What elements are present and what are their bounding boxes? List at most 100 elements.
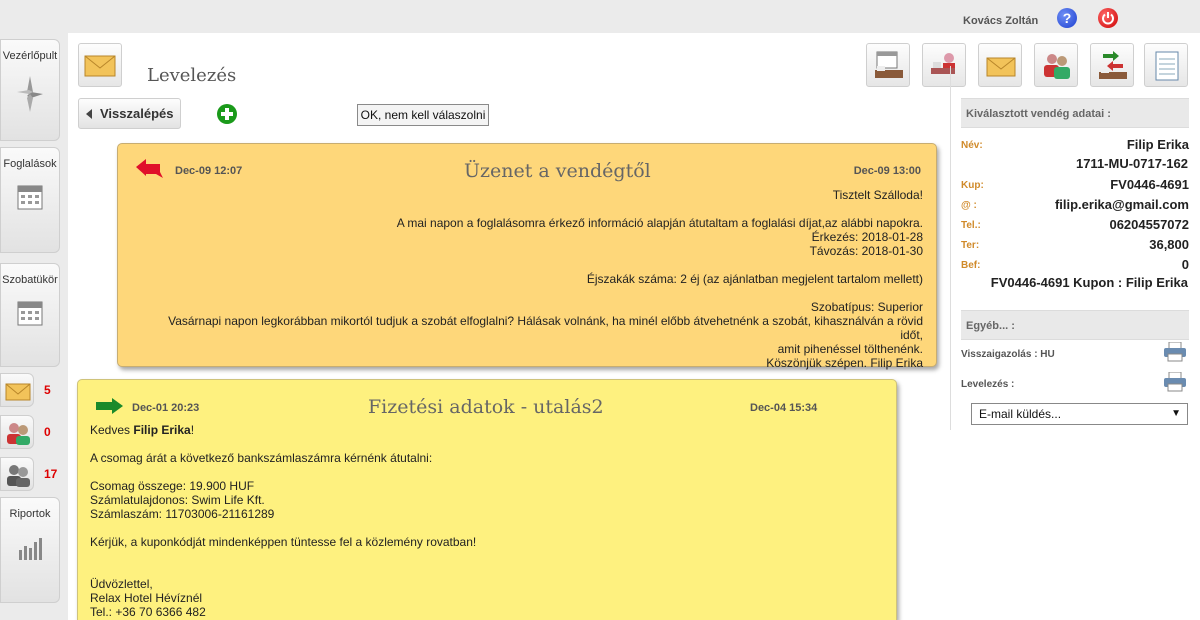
greeting-name: Filip Erika [133, 423, 191, 437]
message-line: Tel.: +36 70 6366 482 [90, 605, 206, 619]
guest-ter-value: 36,800 [1149, 237, 1189, 252]
message-line: Számlatulajdonos: Swim Life Kft. [90, 493, 265, 507]
guest-email-value[interactable]: filip.erika@gmail.com [1055, 197, 1189, 212]
outgoing-arrow-icon [96, 398, 123, 414]
guest-coupon-label: Kup: [961, 180, 984, 191]
compass-icon [17, 76, 43, 112]
sidebar-item-label: Riportok [9, 508, 51, 520]
guest-ter-row: Ter: 36,800 [961, 236, 1189, 254]
sidebar-item-dashboard[interactable]: Vezérlőpult [0, 39, 60, 141]
printer-icon[interactable] [1163, 342, 1187, 362]
sidebar-item-room-mirror[interactable]: Szobatükör [0, 263, 60, 367]
message-line: Csomag összege: 19.900 HUF [90, 479, 255, 493]
guest-name-label: Név: [961, 140, 983, 151]
user-name[interactable]: Kovács Zoltán [963, 15, 1038, 27]
envelope-icon [78, 43, 122, 87]
message-line [90, 465, 880, 479]
calendar-icon [17, 185, 43, 210]
incoming-arrow-icon [136, 159, 163, 178]
counter-value: 0 [44, 425, 51, 439]
guest-bef-label: Bef: [961, 260, 981, 271]
message-line: Érkezés: 2018-01-28 [811, 230, 923, 244]
guest-coupon-row: Kup: FV0446-4691 [961, 176, 1189, 194]
mail-label: Levelezés : [961, 379, 1015, 390]
guest-bef-row: Bef: 0 [961, 256, 1189, 274]
guest-details-panel: Kiválasztott vendég adatai : Név: Filip … [950, 66, 1195, 430]
guest-ter-label: Ter: [961, 240, 980, 251]
help-icon[interactable]: ? [1057, 8, 1077, 28]
greeting-prefix: Kedves [90, 423, 134, 437]
message-line [90, 563, 880, 577]
sidebar-item-label: Foglalások [3, 158, 57, 170]
counter-value: 5 [44, 383, 51, 397]
email-send-select[interactable]: E-mail küldés... ▼ [971, 403, 1188, 425]
message-line [90, 521, 880, 535]
message-line: Köszönjük szépen. Filip Erika [766, 356, 923, 370]
guest-booking-id: 1711-MU-0717-162 [1075, 156, 1188, 171]
confirmation-label: Visszaigazolás : HU [961, 349, 1055, 360]
sidebar-counter-people[interactable]: 17 [0, 457, 60, 491]
message-line: Relax Hotel Hévíznél [90, 591, 203, 605]
greeting-suffix: ! [190, 423, 195, 437]
sidebar-item-label: Vezérlőpult [2, 50, 58, 62]
guest-phone-row: Tel.: 06204557072 [961, 216, 1189, 234]
guest-name-row: Név: Filip Erika [961, 136, 1189, 154]
other-section-title: Egyéb... : [961, 310, 1189, 340]
toolbar-room-calendar-button[interactable] [866, 43, 910, 87]
sidebar-counter-messages[interactable]: 5 [0, 373, 60, 407]
no-reply-needed-button[interactable]: OK, nem kell válaszolni [357, 104, 489, 126]
guest-summary: FV0446-4691 Kupon : Filip Erika [990, 275, 1188, 290]
guests-icon [0, 415, 34, 449]
sidebar-item-bookings[interactable]: Foglalások [0, 147, 60, 253]
back-button[interactable]: Visszalépés [78, 98, 181, 129]
guest-email-row: @ : filip.erika@gmail.com [961, 196, 1189, 214]
guest-panel-title: Kiválasztott vendég adatai : [961, 98, 1189, 128]
guest-coupon-value: FV0446-4691 [1110, 177, 1189, 192]
message-line: Távozás: 2018-01-30 [809, 244, 923, 258]
email-send-selected: E-mail küldés... [979, 407, 1062, 421]
message-line: Tisztelt Szálloda! [832, 188, 923, 202]
top-bar: Kovács Zoltán ? [0, 0, 1200, 33]
sidebar: Vezérlőpult Foglalások Szobatükör 5 0 17… [0, 33, 68, 620]
sidebar-item-label: Szobatükör [2, 274, 58, 286]
message-line [143, 202, 923, 216]
bar-chart-icon [19, 538, 42, 560]
message-line: Szobatípus: Superior [810, 300, 923, 314]
back-arrow-icon [86, 109, 92, 119]
message-body: Kedves Filip Erika! A csomag árát a köve… [90, 423, 880, 619]
message-sent-date: Dec-09 12:07 [175, 165, 243, 177]
message-body: Tisztelt Szálloda! A mai napon a foglalá… [143, 188, 923, 370]
message-greeting: Kedves Filip Erika! [90, 423, 880, 437]
counter-value: 17 [44, 467, 58, 481]
message-line: Üdvözlettel, [90, 577, 153, 591]
logout-icon[interactable] [1098, 8, 1118, 28]
message-sent-date: Dec-01 20:23 [132, 402, 200, 414]
sidebar-item-reports[interactable]: Riportok [0, 497, 60, 603]
sidebar-counter-guests[interactable]: 0 [0, 415, 60, 449]
message-line: Éjszakák száma: 2 éj (az ajánlatban megj… [586, 272, 923, 286]
message-line [143, 286, 923, 300]
message-read-date: Dec-04 15:34 [750, 402, 818, 414]
page-title: Levelezés [147, 65, 237, 86]
message-line: A mai napon a foglalásomra érkező inform… [396, 216, 923, 230]
calendar-icon [17, 301, 43, 326]
message-line: amit pihenéssel tölthenénk. [777, 342, 923, 356]
message-line [90, 549, 880, 563]
message-line [90, 437, 880, 451]
message-line: Vasárnapi napon legkorábban mikortól tud… [168, 314, 923, 342]
guest-phone-label: Tel.: [961, 220, 981, 231]
guest-phone-value: 06204557072 [1109, 217, 1189, 232]
message-subject: Üzenet a vendégtől [464, 160, 651, 182]
message-incoming[interactable]: Dec-09 12:07 Üzenet a vendégtől Dec-09 1… [117, 143, 937, 370]
printer-icon[interactable] [1163, 372, 1187, 392]
message-read-date: Dec-09 13:00 [853, 165, 921, 177]
add-icon[interactable] [217, 104, 237, 124]
envelope-icon [0, 373, 34, 407]
message-line: A csomag árát a következő bankszámlaszám… [90, 451, 433, 465]
guest-email-label: @ : [961, 200, 977, 211]
back-button-label: Visszalépés [100, 106, 174, 121]
message-outgoing[interactable]: Dec-01 20:23 Fizetési adatok - utalás2 D… [77, 379, 897, 620]
chevron-down-icon: ▼ [1171, 408, 1181, 419]
message-line: Kérjük, a kuponkódját mindenképpen tünte… [90, 535, 477, 549]
message-subject: Fizetési adatok - utalás2 [368, 396, 604, 418]
